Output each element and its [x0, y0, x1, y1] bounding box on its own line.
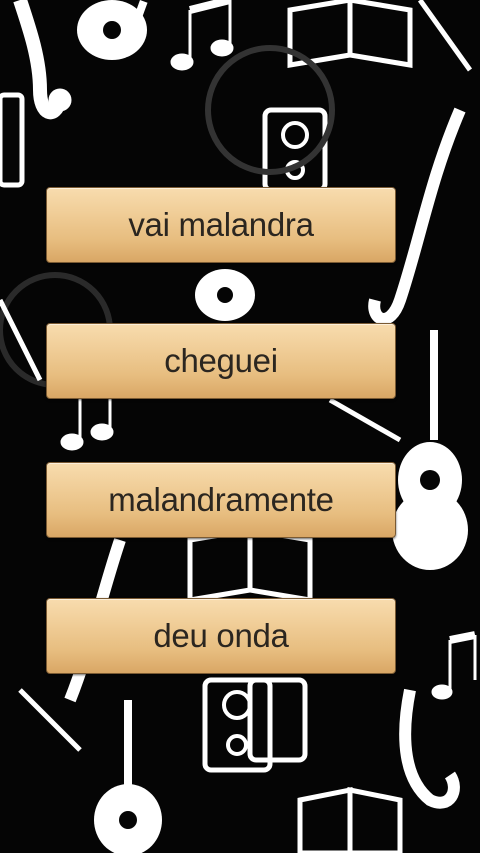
- sheet-music-book-icon: [287, 0, 413, 68]
- music-pattern-background: [0, 0, 477, 853]
- music-note-icon: [170, 0, 234, 71]
- saxophone-icon: [399, 688, 460, 809]
- button-label: deu onda: [153, 617, 289, 654]
- button-label: cheguei: [164, 342, 278, 379]
- phrase-button-cheguei[interactable]: cheguei: [46, 323, 396, 399]
- saxophone-icon: [13, 0, 72, 120]
- guitar-icon: [77, 0, 148, 60]
- phrase-button-malandramente[interactable]: malandramente: [46, 462, 396, 538]
- sheet-music-book-icon: [187, 527, 313, 603]
- phrase-button-vai-malandra[interactable]: vai malandra: [46, 187, 396, 263]
- music-note-icon: [431, 631, 477, 700]
- button-label: malandramente: [108, 481, 334, 518]
- guitar-icon: [392, 330, 468, 570]
- speaker-icon: [202, 677, 308, 773]
- phrase-button-deu-onda[interactable]: deu onda: [46, 598, 396, 674]
- sheet-music-book-icon: [297, 786, 403, 853]
- guitar-icon: [195, 269, 255, 321]
- button-label: vai malandra: [128, 206, 314, 243]
- guitar-icon: [94, 700, 162, 853]
